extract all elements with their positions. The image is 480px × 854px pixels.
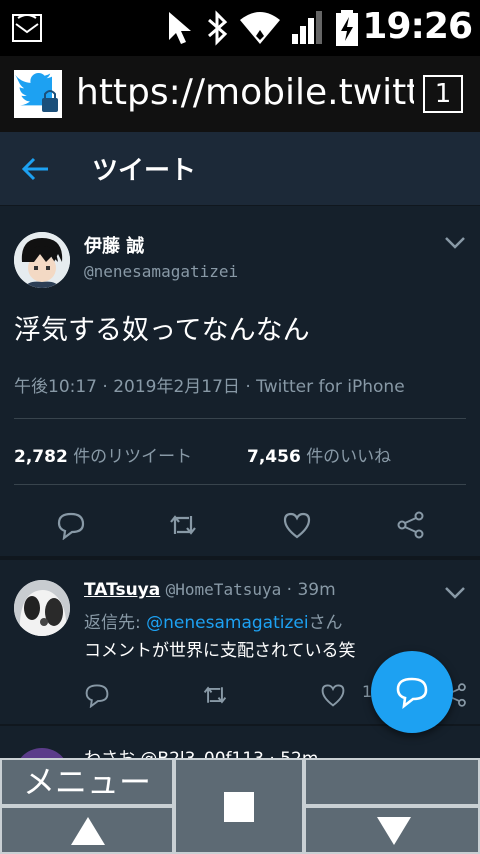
main-tweet: 伊藤 誠 @nenesamagatizei 浮気する奴ってなんなん 午後10:1… [0,206,480,558]
divider [14,418,466,419]
tweet-author-handle[interactable]: @nenesamagatizei [84,262,238,281]
reply-bubble-icon [396,677,428,709]
chevron-down-icon[interactable] [444,236,466,250]
status-clock: 19:26 [362,6,473,47]
tweet-meta: 午後10:17 · 2019年2月17日 · Twitter for iPhon… [14,377,405,397]
nav-blank-button[interactable] [304,758,480,806]
reply-icon[interactable] [56,510,86,540]
retweet-icon[interactable] [202,682,228,708]
down-triangle-icon [377,817,411,845]
tweet-actions [0,506,480,546]
reply-time: · 39m [286,580,336,600]
reply-to-suffix: さん [308,613,343,633]
like-icon[interactable] [282,510,312,540]
browser-url-bar: https://mobile.twitter.com 1 [0,56,480,132]
avatar[interactable] [14,580,70,636]
cursor-icon [169,12,191,44]
section-separator [0,556,480,560]
up-triangle-icon [71,817,105,845]
retweet-icon[interactable] [168,510,198,540]
compose-reply-button[interactable] [371,651,453,733]
like-label[interactable]: 件のいいね [306,447,391,467]
like-icon[interactable] [320,682,346,708]
url-field[interactable]: https://mobile.twitter.com [76,72,414,113]
tweet-header: ツイート [0,132,480,206]
page-title: ツイート [92,156,197,186]
tweet-author-name[interactable]: 伊藤 誠 [84,232,144,258]
tweet-stats: 2,782 件のリツイート 7,456 件のいいね [14,442,391,467]
back-arrow-icon[interactable] [22,156,50,182]
share-icon[interactable] [396,510,426,540]
bluetooth-icon [208,10,228,46]
divider [14,484,466,485]
twitter-favicon-icon [14,70,62,118]
retweet-label[interactable]: 件のリツイート [73,447,192,467]
tweet-text: 浮気する奴ってなんなん [14,315,310,346]
stop-button[interactable] [174,758,304,854]
retweet-count[interactable]: 2,782 [14,447,68,467]
status-bar: 19:26 [0,0,480,56]
wifi-icon [240,12,280,44]
avatar[interactable] [14,232,70,288]
scroll-down-button[interactable] [304,806,480,854]
chevron-down-icon[interactable] [444,586,466,600]
battery-charging-icon [336,10,358,46]
scroll-up-button[interactable] [0,806,174,854]
reply-to-link[interactable]: @nenesamagatizei [146,613,308,633]
stop-square-icon [224,792,254,822]
reply-author-handle[interactable]: @HomeTatsuya [166,580,282,599]
reply-icon[interactable] [84,682,110,708]
status-icons [165,8,359,48]
email-icon [12,14,42,42]
bottom-nav: メニュー [0,758,480,854]
signal-icon [292,11,322,44]
reply-author-name[interactable]: TATsuya [84,580,160,600]
reply-to-prefix: 返信先: [84,613,147,633]
reply-header: TATsuya @HomeTatsuya · 39m [84,580,336,600]
tab-count-button[interactable]: 1 [423,75,463,113]
reply-to-line: 返信先: @nenesamagatizeiさん [84,608,343,633]
like-count[interactable]: 7,456 [247,447,301,467]
menu-button[interactable]: メニュー [0,758,174,806]
